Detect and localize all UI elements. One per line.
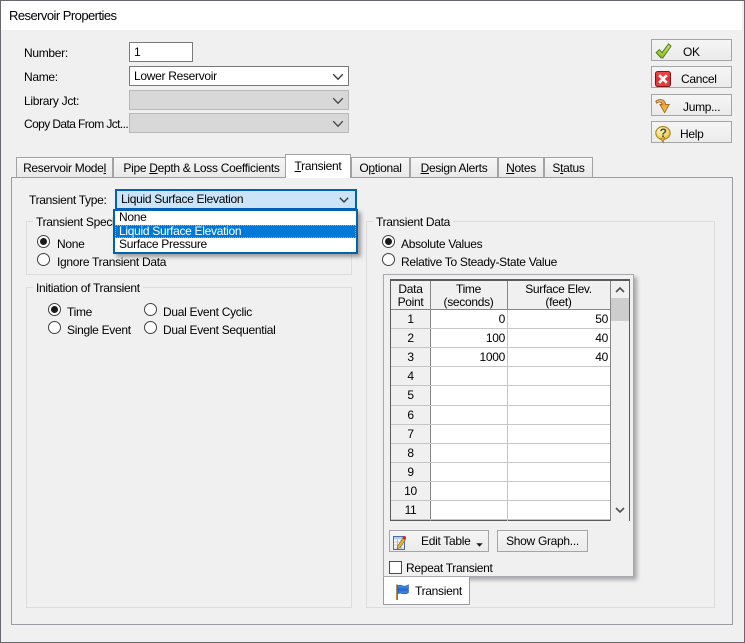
svg-text:?: ? (660, 126, 667, 140)
